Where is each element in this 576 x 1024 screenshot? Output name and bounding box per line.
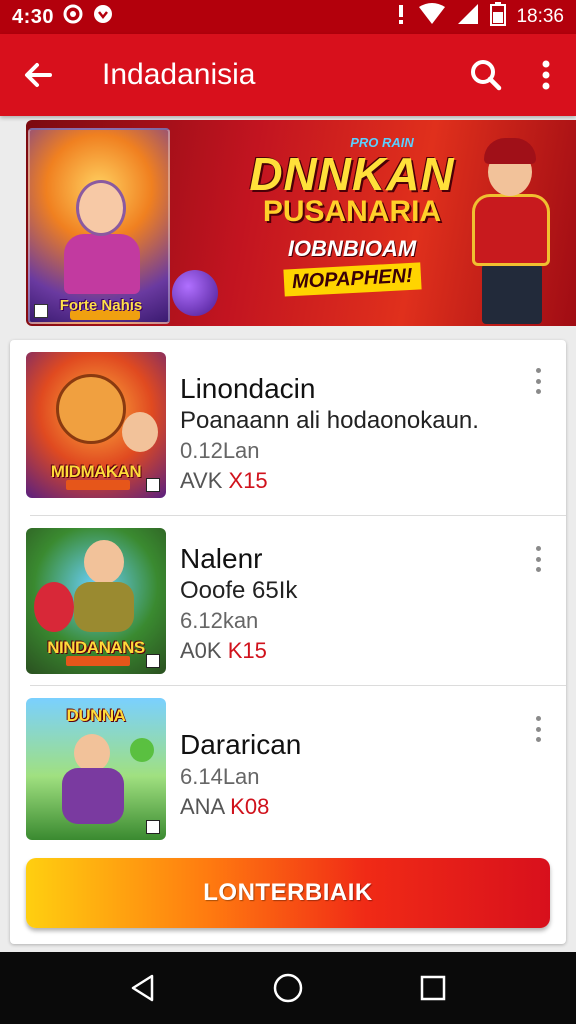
item-size: 6.12kan <box>180 608 259 633</box>
item-size: 0.12Lan <box>180 438 260 463</box>
item-meta: A0K K15 <box>180 636 518 666</box>
item-text: Dararican 6.14Lan ANA K08 <box>180 728 518 822</box>
thumb-title: NINDANANS <box>47 638 145 657</box>
alert-icon <box>394 3 408 31</box>
badge-icon <box>146 654 160 668</box>
more-options-button[interactable] <box>516 34 576 116</box>
item-meta: ANA K08 <box>180 792 518 822</box>
arrow-back-icon <box>25 63 52 87</box>
more-vert-icon[interactable] <box>526 364 550 398</box>
app-thumbnail: MIDMAKAN <box>26 352 166 498</box>
search-button[interactable] <box>456 34 516 116</box>
more-vert-icon <box>542 60 550 90</box>
signal-icon <box>456 3 480 31</box>
item-description: Ooofe 65Ik <box>180 577 298 604</box>
promo-banner[interactable]: Forte Nahis PRO RAIN DNNKAN PUSANARIA IO… <box>26 120 576 326</box>
cta-button[interactable]: LONTERBIAIK <box>26 858 550 928</box>
item-text: Linondacin Poanaann ali hodaonokaun. 0.1… <box>180 372 518 496</box>
nav-back-button[interactable] <box>113 958 173 1018</box>
banner-subline: IOBNBIOAM <box>287 236 417 261</box>
character-face <box>84 540 124 584</box>
notification-icon <box>92 3 114 31</box>
recents-square-icon <box>421 975 446 1001</box>
item-meta-accent: K08 <box>230 794 270 819</box>
character-face <box>122 412 158 452</box>
leaf-decoration <box>130 738 154 762</box>
list-item[interactable]: MIDMAKAN Linondacin Poanaann ali hodaono… <box>10 340 566 516</box>
item-meta-accent: X15 <box>228 468 268 493</box>
status-right: 18:36 <box>394 2 564 32</box>
banner-subline-2: MOPAPHEN! <box>283 262 421 297</box>
item-text: Nalenr Ooofe 65Ik 6.12kan A0K K15 <box>180 542 518 666</box>
item-size: 6.14Lan <box>180 764 260 789</box>
back-button[interactable] <box>0 34 76 116</box>
item-meta-accent: K15 <box>227 638 267 663</box>
app-thumbnail: NINDANANS <box>26 528 166 674</box>
item-meta: AVK X15 <box>180 466 518 496</box>
badge-icon <box>34 304 48 318</box>
item-meta-prefix: A0K <box>180 638 222 663</box>
item-meta-prefix: ANA <box>180 794 225 819</box>
hero-hair <box>484 138 536 164</box>
status-clock: 18:36 <box>516 6 564 27</box>
banner-headline: DNNKAN <box>249 148 455 200</box>
ball-decoration <box>172 270 218 316</box>
navigation-bar <box>0 952 576 1024</box>
hero-torso <box>472 194 550 266</box>
app-bar: Indadanisia <box>0 34 576 116</box>
search-icon <box>471 60 502 91</box>
banner-thumb-label: Forte Nahis <box>59 297 143 314</box>
character-illustration <box>34 582 74 632</box>
list-item[interactable]: NINDANANS Nalenr Ooofe 65Ik 6.12kan A0K … <box>10 516 566 686</box>
character-illustration <box>62 768 124 824</box>
badge-icon <box>146 820 160 834</box>
screen: 4:30 18:36 Indadanisia Forte Nahis PRO R… <box>0 0 576 1024</box>
status-bar: 4:30 18:36 <box>0 0 576 34</box>
thumb-title: DUNNA <box>66 706 126 725</box>
item-title: Linondacin <box>180 373 316 404</box>
badge-icon <box>146 478 160 492</box>
item-title: Dararican <box>180 729 302 760</box>
banner-thumbnail: Forte Nahis <box>28 128 170 324</box>
more-vert-icon[interactable] <box>526 712 550 746</box>
nav-home-button[interactable] <box>258 958 318 1018</box>
app-title: Indadanisia <box>102 58 256 91</box>
thumb-title: MIDMAKAN <box>50 462 142 481</box>
more-vert-icon[interactable] <box>526 542 550 576</box>
status-time: 4:30 <box>12 5 55 28</box>
home-circle-icon <box>273 973 303 1003</box>
character-illustration <box>64 234 140 294</box>
item-meta-prefix: AVK <box>180 468 223 493</box>
hero-legs <box>482 264 542 324</box>
item-description: Poanaann ali hodaonokaun. <box>180 407 479 434</box>
character-body <box>74 582 134 632</box>
character-illustration <box>56 374 126 444</box>
settings-icon <box>62 3 84 31</box>
character-face <box>74 734 110 772</box>
battery-icon <box>490 2 507 32</box>
banner-headline-2: PUSANARIA <box>262 195 442 228</box>
back-triangle-icon <box>131 974 153 1002</box>
banner-text: PRO RAIN DNNKAN PUSANARIA IOBNBIOAM MOPA… <box>222 134 482 297</box>
nav-recents-button[interactable] <box>403 958 463 1018</box>
hero-illustration <box>448 128 568 324</box>
app-thumbnail: DUNNA <box>26 698 166 840</box>
item-title: Nalenr <box>180 543 263 574</box>
app-list: MIDMAKAN Linondacin Poanaann ali hodaono… <box>10 340 566 944</box>
character-face <box>76 180 126 236</box>
list-item[interactable]: DUNNA Dararican 6.14Lan ANA K08 <box>10 686 566 846</box>
wifi-icon <box>418 3 446 31</box>
